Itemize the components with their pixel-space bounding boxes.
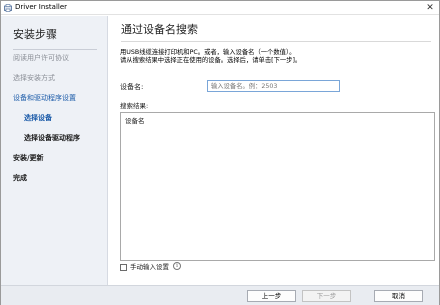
back-button[interactable]: 上一步 — [247, 290, 296, 302]
step-select-device: 选择设备 — [24, 114, 52, 122]
info-icon[interactable]: i — [173, 262, 181, 270]
steps-sidebar: 安装步骤 阅读用户许可协议 选择安装方式 设备和驱动程序设置 选择设备 选择设备… — [1, 16, 108, 285]
device-name-label: 设备名: — [120, 83, 144, 91]
step-license: 阅读用户许可协议 — [13, 54, 69, 62]
main-panel: 通过设备名搜索 用USB线缆连接打印机和PC。或者，输入设备名（一个数值）。 请… — [109, 16, 439, 285]
search-results-label: 搜索结果: — [120, 102, 149, 110]
installer-window: Driver Installer ✕ 安装步骤 阅读用户许可协议 选择安装方式 … — [0, 0, 440, 305]
instructions: 用USB线缆连接打印机和PC。或者，输入设备名（一个数值）。 请从搜索结果中选择… — [120, 49, 435, 65]
search-results-list[interactable]: 设备名 — [120, 112, 435, 261]
footer-bar: 上一步 下一步 取消 — [1, 285, 439, 305]
step-select-driver: 选择设备驱动程序 — [24, 134, 80, 142]
sidebar-divider — [13, 49, 97, 50]
manual-settings-label[interactable]: 手动输入设置 — [130, 263, 169, 271]
instruction-line-1: 用USB线缆连接打印机和PC。或者，输入设备名（一个数值）。 — [120, 49, 296, 56]
title-divider — [121, 41, 431, 42]
sidebar-title: 安装步骤 — [13, 28, 57, 41]
next-button[interactable]: 下一步 — [302, 290, 351, 302]
device-name-input[interactable] — [207, 80, 340, 92]
step-install-update: 安装/更新 — [13, 154, 44, 162]
cancel-button[interactable]: 取消 — [374, 290, 423, 302]
title-bar: Driver Installer ✕ — [1, 1, 439, 15]
step-finish: 完成 — [13, 174, 27, 182]
manual-settings-checkbox[interactable] — [120, 264, 127, 271]
installer-app-icon — [4, 4, 12, 12]
step-device-driver-settings: 设备和驱动程序设置 — [13, 94, 76, 102]
window-title: Driver Installer — [15, 3, 68, 11]
step-install-method: 选择安装方式 — [13, 74, 55, 82]
instruction-line-2: 请从搜索结果中选择正在使用的设备。选择后，请单击[下一步]。 — [120, 57, 302, 64]
close-icon[interactable]: ✕ — [425, 3, 435, 13]
page-title: 通过设备名搜索 — [121, 23, 198, 36]
results-column-header: 设备名 — [125, 117, 145, 125]
